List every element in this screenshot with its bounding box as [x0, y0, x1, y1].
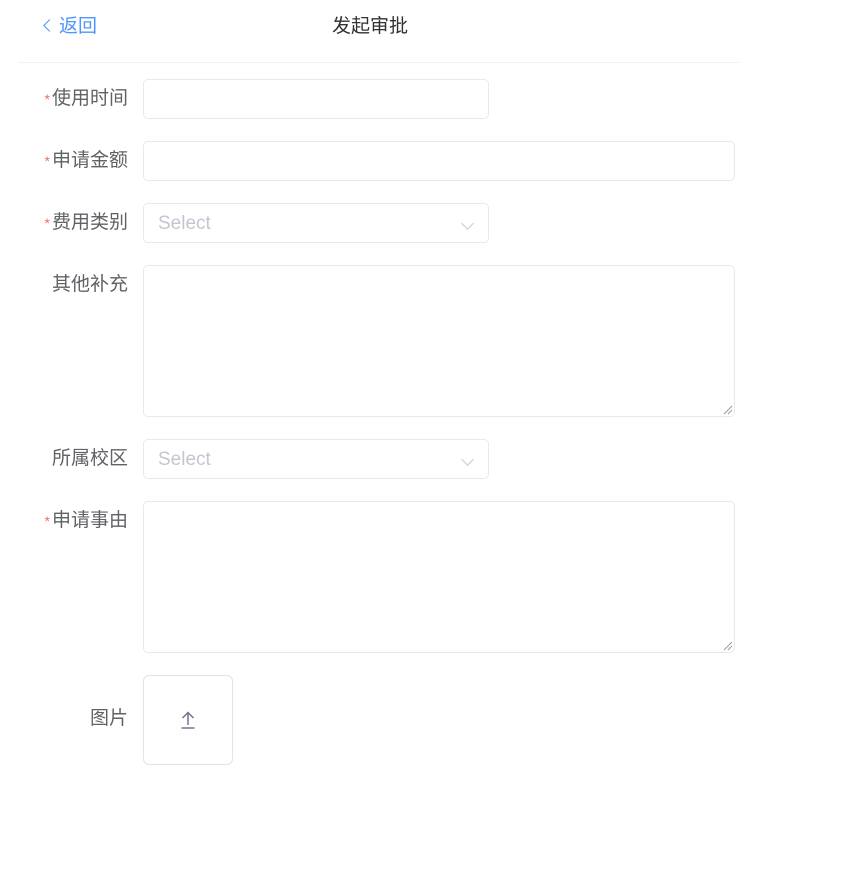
required-marker: * [44, 91, 50, 107]
label-apply-amount: * 申请金额 [0, 141, 128, 181]
label-fee-category-text: 费用类别 [51, 212, 128, 233]
page-title: 发起审批 [331, 16, 408, 37]
field-apply-reason [143, 501, 735, 653]
campus-select-placeholder: Select [158, 448, 211, 470]
field-campus: Select [143, 439, 489, 479]
fee-category-select-placeholder: Select [158, 212, 211, 234]
apply-amount-input[interactable] [143, 141, 735, 181]
approval-form: * 使用时间 * 申请金额 * 费用类别 Select 其他补充 所属校区 Se… [0, 62, 864, 765]
required-marker: * [44, 215, 50, 231]
form-row-use-time: * 使用时间 [0, 79, 864, 119]
label-apply-amount-text: 申请金额 [51, 150, 128, 171]
required-marker: * [44, 513, 50, 529]
upload-arrow-icon [181, 711, 195, 729]
form-row-apply-reason: * 申请事由 [0, 501, 864, 653]
label-campus: 所属校区 [0, 439, 128, 479]
fee-category-select[interactable]: Select [143, 203, 489, 243]
field-use-time [143, 79, 489, 119]
field-images [143, 675, 233, 765]
label-other-notes-text: 其他补充 [51, 274, 128, 295]
field-other-notes [143, 265, 735, 417]
form-row-apply-amount: * 申请金额 [0, 141, 864, 181]
label-apply-reason: * 申请事由 [0, 501, 128, 541]
required-marker: * [44, 153, 50, 169]
form-row-campus: 所属校区 Select [0, 439, 864, 479]
campus-select[interactable]: Select [143, 439, 489, 479]
label-images: 图片 [0, 675, 128, 763]
label-campus-text: 所属校区 [51, 448, 128, 469]
apply-reason-textarea[interactable] [143, 501, 735, 653]
page-header: 返回 发起审批 [0, 0, 864, 63]
label-other-notes: 其他补充 [0, 265, 128, 305]
form-row-other-notes: 其他补充 [0, 265, 864, 417]
form-row-images: 图片 [0, 675, 864, 765]
form-row-fee-category: * 费用类别 Select [0, 203, 864, 243]
field-fee-category: Select [143, 203, 489, 243]
label-use-time: * 使用时间 [0, 79, 128, 119]
field-apply-amount [143, 141, 735, 181]
image-upload-button[interactable] [143, 675, 233, 765]
label-images-text: 图片 [89, 708, 128, 729]
other-notes-textarea[interactable] [143, 265, 735, 417]
label-apply-reason-text: 申请事由 [51, 510, 128, 531]
label-fee-category: * 费用类别 [0, 203, 128, 243]
use-time-input[interactable] [143, 79, 489, 119]
label-use-time-text: 使用时间 [51, 88, 128, 109]
